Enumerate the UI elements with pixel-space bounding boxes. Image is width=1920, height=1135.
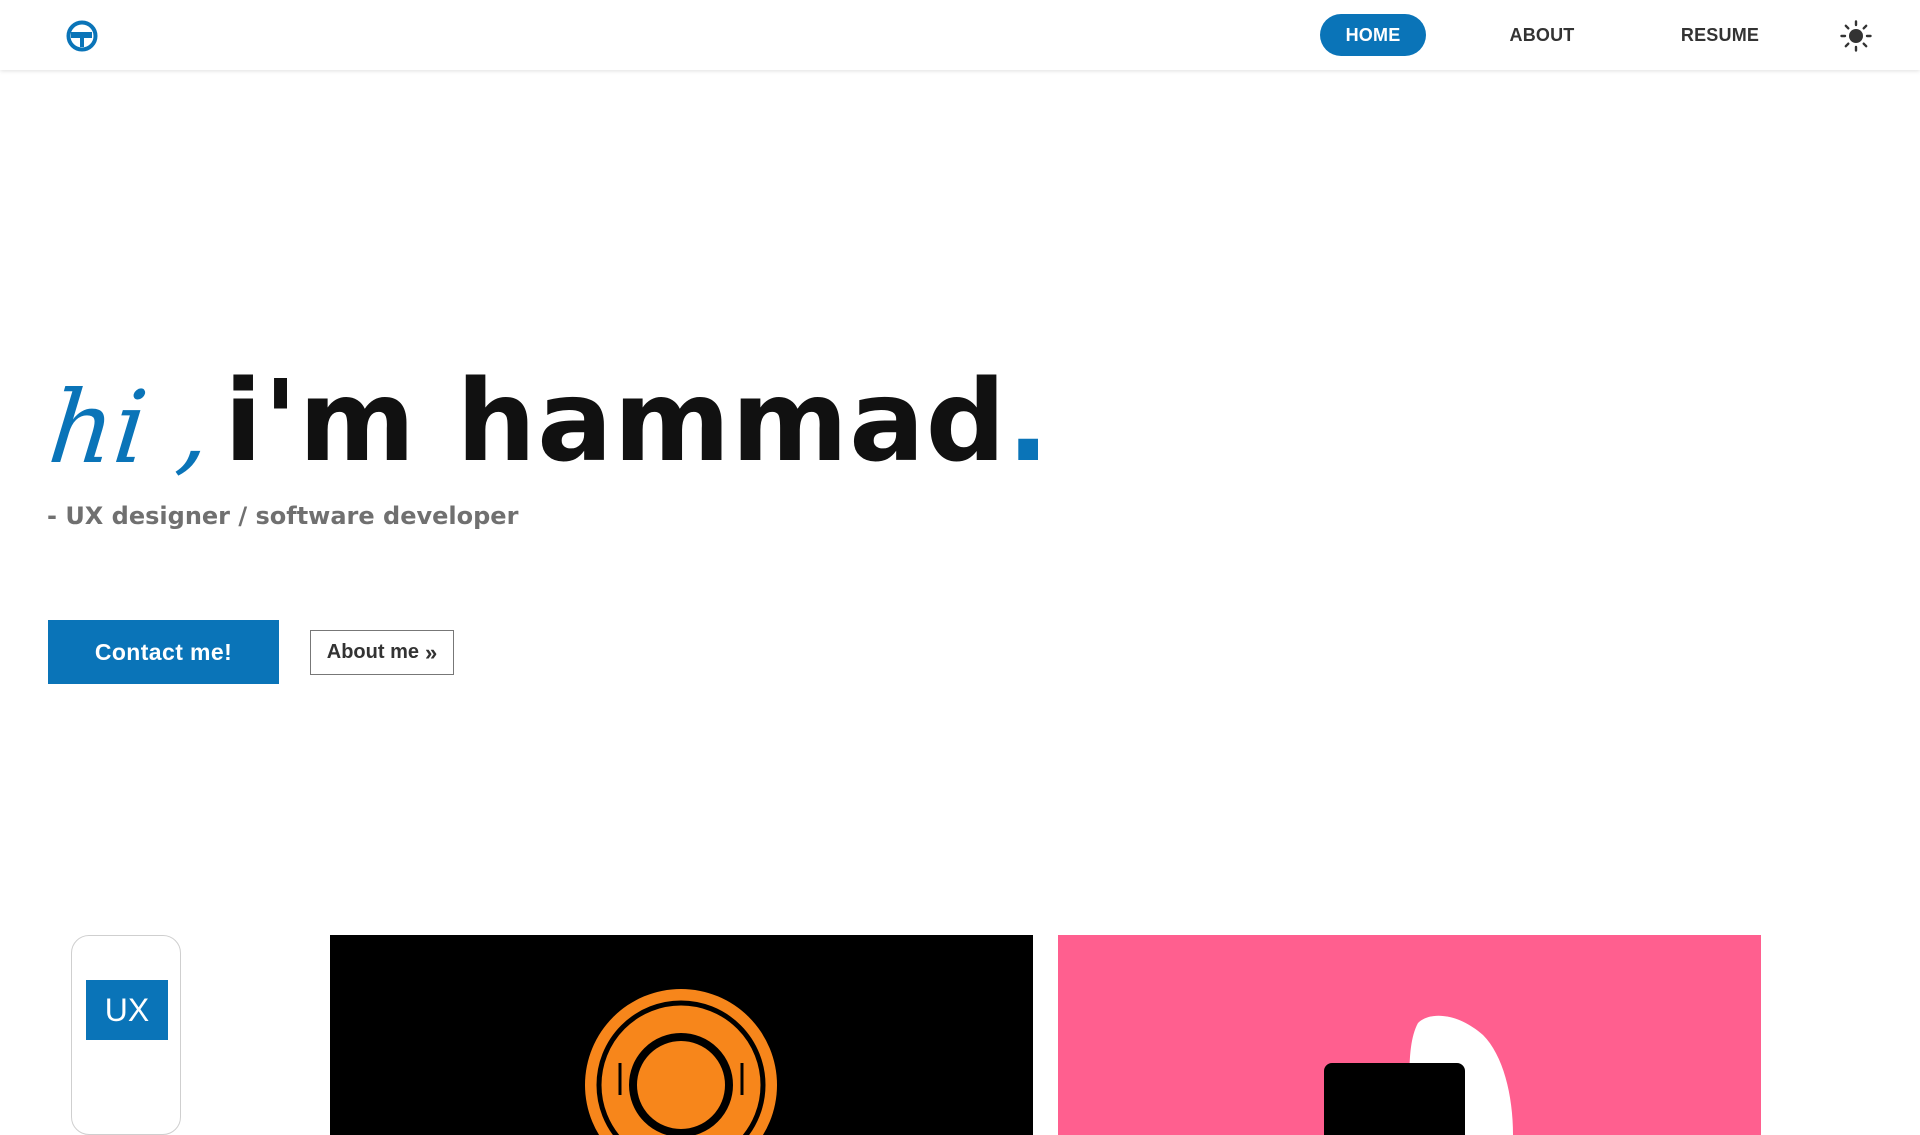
logo-icon[interactable] xyxy=(66,20,98,52)
nav-resume[interactable]: RESUME xyxy=(1660,14,1780,56)
double-chevron-right-icon: » xyxy=(424,639,438,665)
white-shape-logo-icon xyxy=(1324,1015,1513,1135)
project-card[interactable] xyxy=(1058,935,1761,1135)
hero-name: i'm hammad xyxy=(223,357,1007,487)
orange-circle-logo-icon xyxy=(585,989,777,1135)
filter-ux[interactable]: UX xyxy=(86,980,168,1040)
hero-heading: hi , i'm hammad . xyxy=(44,348,1050,487)
nav-about[interactable]: ABOUT xyxy=(1490,14,1594,56)
nav-home[interactable]: HOME xyxy=(1320,14,1426,56)
category-filter-panel: UX xyxy=(71,935,181,1135)
hero-subtitle: - UX designer / software developer xyxy=(47,502,519,530)
hero-greeting: hi , xyxy=(43,369,217,486)
about-me-button[interactable]: About me » xyxy=(310,630,454,675)
hero-name-dot: . xyxy=(1006,357,1050,487)
top-navbar: HOME ABOUT RESUME xyxy=(0,0,1920,70)
project-card[interactable] xyxy=(330,935,1033,1135)
contact-button[interactable]: Contact me! xyxy=(48,620,279,684)
sun-icon[interactable] xyxy=(1840,20,1872,52)
about-me-label: About me xyxy=(326,641,419,663)
